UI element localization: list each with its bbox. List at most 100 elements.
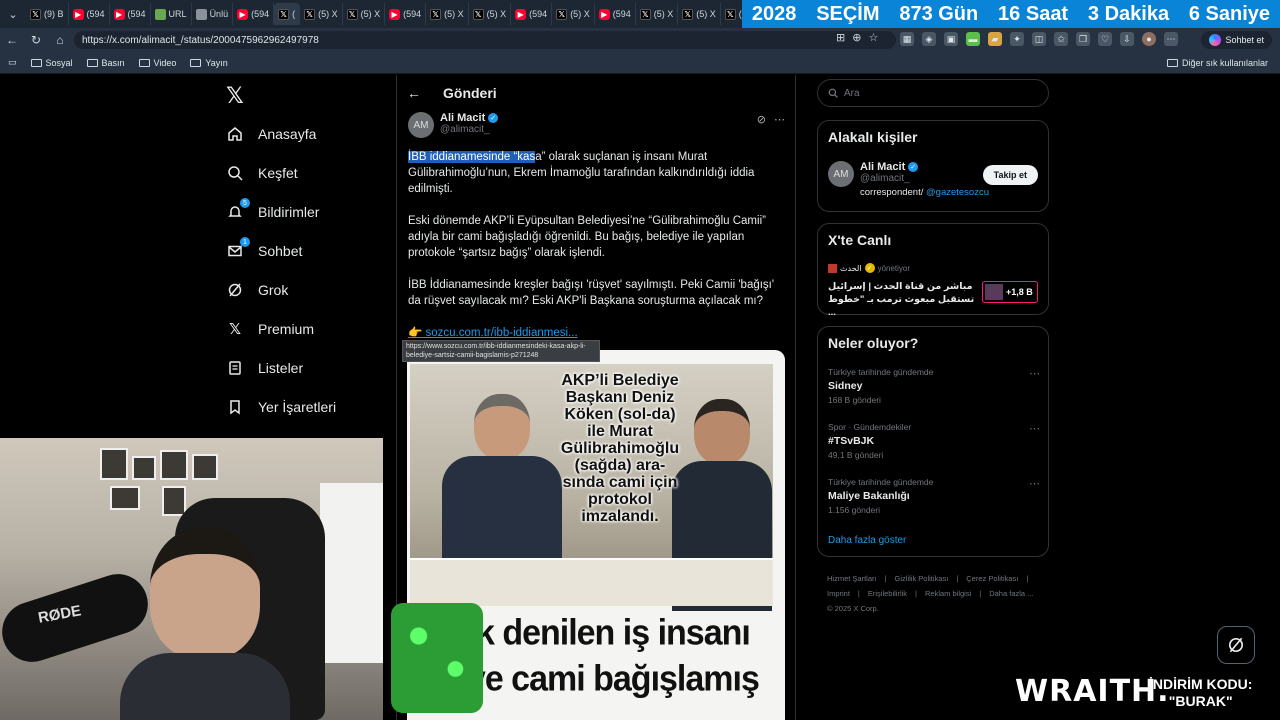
browser-tab[interactable]: ▶ (594 — [69, 3, 110, 25]
nav-item-premium[interactable]: 𝕏 Premium — [226, 320, 314, 338]
browser-tab[interactable]: 𝕏 (5) X — [300, 3, 343, 25]
more-options-icon[interactable]: ⋯ — [1029, 477, 1040, 490]
x-favicon-icon: 𝕏 — [682, 8, 694, 20]
footer-link[interactable]: Erişilebilirlik — [868, 589, 907, 598]
footer-link[interactable]: Imprint — [827, 589, 850, 598]
discount-label: İNDİRİM KODU: — [1149, 676, 1253, 692]
bookmark-folder-sosyal[interactable]: Sosyal — [30, 58, 73, 68]
extension-icon[interactable]: ▦ — [900, 32, 914, 46]
author-handle[interactable]: @alimacit_ — [440, 124, 498, 135]
other-bookmarks[interactable]: Diğer sık kullanılanlar — [1166, 52, 1268, 74]
more-options-icon[interactable]: ⋯ — [1029, 367, 1040, 380]
browser-tab[interactable]: Ünlü — [192, 3, 234, 25]
browser-tab[interactable]: ▶ (594 — [233, 3, 275, 25]
heart-icon[interactable]: ♡ — [1098, 32, 1112, 46]
grok-icon[interactable]: ⊘ — [757, 113, 766, 126]
zoom-icon[interactable]: ⊕ — [852, 31, 861, 44]
x-logo-icon[interactable]: 𝕏 — [226, 83, 244, 109]
browser-tab[interactable]: 𝕏 (5) X — [678, 3, 721, 25]
nav-item-lists[interactable]: Listeler — [226, 359, 303, 377]
author-avatar[interactable]: AM — [408, 112, 434, 138]
nav-item-grok[interactable]: Grok — [226, 281, 288, 299]
article-link[interactable]: 👉 sozcu.com.tr/ibb-iddianmesi... — [408, 325, 578, 339]
browser-tab[interactable]: 𝕏 (5) X — [469, 3, 512, 25]
bookmark-folder-basin[interactable]: Basın — [86, 58, 125, 68]
youtube-favicon-icon: ▶ — [237, 8, 249, 20]
browser-tab[interactable]: ▶ (594 — [511, 3, 553, 25]
related-person[interactable]: Ali Macit ✓ @alimacit_ correspondent/ @ga… — [860, 161, 989, 198]
split-screen-icon[interactable]: ◫ — [1032, 32, 1046, 46]
footer-separator: | — [979, 589, 982, 598]
favorites-icon[interactable]: ✩ — [1054, 32, 1068, 46]
browser-tab[interactable]: ▶ (594 — [110, 3, 151, 25]
reading-list-icon[interactable]: ▭ — [8, 57, 17, 68]
show-more-link[interactable]: Daha fazla göster — [828, 535, 906, 546]
browser-tab[interactable]: 𝕏( — [274, 3, 301, 25]
footer-separator: | — [915, 589, 917, 598]
browser-tab[interactable]: 𝕏 (5) X — [636, 3, 679, 25]
more-options-icon[interactable]: ⋯ — [774, 113, 785, 126]
browser-tab[interactable]: 𝕏 (9) B — [26, 3, 69, 25]
trend-item[interactable]: Türkiye tarihinde gündemde Maliye Bakanl… — [828, 477, 1040, 515]
back-icon[interactable]: ← — [0, 33, 24, 47]
bookmark-folder-video[interactable]: Video — [138, 58, 176, 68]
related-people-panel: Alakalı kişiler AM Ali Macit ✓ @alimacit_… — [817, 120, 1049, 212]
browser-tab[interactable]: 𝕏 (5) X — [552, 3, 595, 25]
extension-icon[interactable]: ▬ — [966, 32, 980, 46]
related-avatar[interactable]: AM — [828, 161, 854, 187]
url-text[interactable]: https://x.com/alimacit_/status/200047596… — [82, 35, 319, 46]
more-options-icon[interactable]: ⋯ — [1029, 422, 1040, 435]
home-icon[interactable]: ⌂ — [48, 33, 72, 47]
grok-floating-button[interactable] — [1217, 626, 1255, 664]
extension-icon[interactable]: ◈ — [922, 32, 936, 46]
live-listeners[interactable]: +1,8 B — [982, 281, 1038, 303]
footer-link[interactable]: Çerez Politikası — [966, 574, 1018, 583]
extension-icon[interactable]: ▰ — [988, 32, 1002, 46]
related-name[interactable]: Ali Macit — [860, 161, 905, 173]
nav-item-bookmarks[interactable]: Yer İşaretleri — [226, 398, 336, 416]
live-source-row[interactable]: الحدث ✓ yönetiyor — [828, 263, 910, 273]
selected-text: İBB iddianamesinde “kas — [408, 151, 536, 163]
trend-item[interactable]: Türkiye tarihinde gündemde Sidney 168 B … — [828, 367, 1040, 405]
back-arrow-icon[interactable]: ← — [407, 85, 421, 101]
bookmark-folder-yayin[interactable]: Yayın — [190, 58, 228, 68]
downloads-icon[interactable]: ⇩ — [1120, 32, 1134, 46]
footer-link[interactable]: Hizmet Şartları — [827, 574, 877, 583]
url-field[interactable]: https://x.com/alimacit_/status/200047596… — [74, 31, 896, 49]
x-favicon-icon: 𝕏 — [724, 8, 736, 20]
nav-item-home[interactable]: Anasayfa — [226, 125, 316, 143]
article-link-text[interactable]: sozcu.com.tr/ibb-iddianmesi... — [426, 327, 578, 339]
nav-item-notifications[interactable]: 5 Bildirimler — [226, 198, 319, 221]
browser-tab[interactable]: 𝕏 (5) X — [426, 3, 469, 25]
footer-link[interactable]: © 2025 X Corp. — [827, 604, 879, 613]
browser-tab[interactable]: 𝕏 (5) X — [343, 3, 386, 25]
footer-link[interactable]: Daha fazla ... — [989, 589, 1033, 598]
nav-item-explore[interactable]: Keşfet — [226, 164, 298, 182]
trend-item[interactable]: Spor · Gündemdekiler #TSvBJK 49,1 B gönd… — [828, 422, 1040, 460]
collections-icon[interactable]: ❒ — [1076, 32, 1090, 46]
extensions-puzzle-icon[interactable]: ✦ — [1010, 32, 1024, 46]
author-name[interactable]: Ali Macit — [440, 112, 485, 124]
browser-tab[interactable]: ▶ (594 — [595, 3, 636, 25]
reload-icon[interactable]: ↻ — [24, 33, 48, 47]
app-icon[interactable]: ⊞ — [836, 31, 845, 44]
browser-tab[interactable]: ▶ (594 — [385, 3, 427, 25]
author-name-row[interactable]: Ali Macit ✓ — [440, 112, 499, 124]
bio-mention-link[interactable]: @gazetesozcu — [926, 187, 989, 198]
live-title[interactable]: مباشر من قناة الحدث | إسرائيل تستقبل مبع… — [828, 280, 978, 319]
extension-icon[interactable]: ▣ — [944, 32, 958, 46]
copilot-chat-button[interactable]: Sohbet et — [1201, 31, 1272, 49]
footer-separator: | — [956, 574, 959, 583]
discount-code: İNDİRİM KODU: "BURAK" — [1149, 676, 1252, 710]
more-options-icon[interactable]: ⋯ — [1164, 32, 1178, 46]
nav-item-chat[interactable]: 1 Sohbet — [226, 237, 302, 260]
footer-link[interactable]: Gizlilik Politikası — [895, 574, 949, 583]
footer-link[interactable]: Reklam bilgisi — [925, 589, 971, 598]
tab-menu-icon[interactable]: ⌄ — [0, 0, 26, 28]
profile-avatar-icon[interactable]: ● — [1142, 32, 1156, 46]
search-input[interactable]: Ara — [817, 79, 1049, 107]
follow-button[interactable]: Takip et — [982, 165, 1038, 185]
browser-tab[interactable]: URL — [151, 3, 192, 25]
mail-icon: 1 — [226, 237, 250, 260]
favorite-star-icon[interactable]: ☆ — [868, 31, 878, 44]
